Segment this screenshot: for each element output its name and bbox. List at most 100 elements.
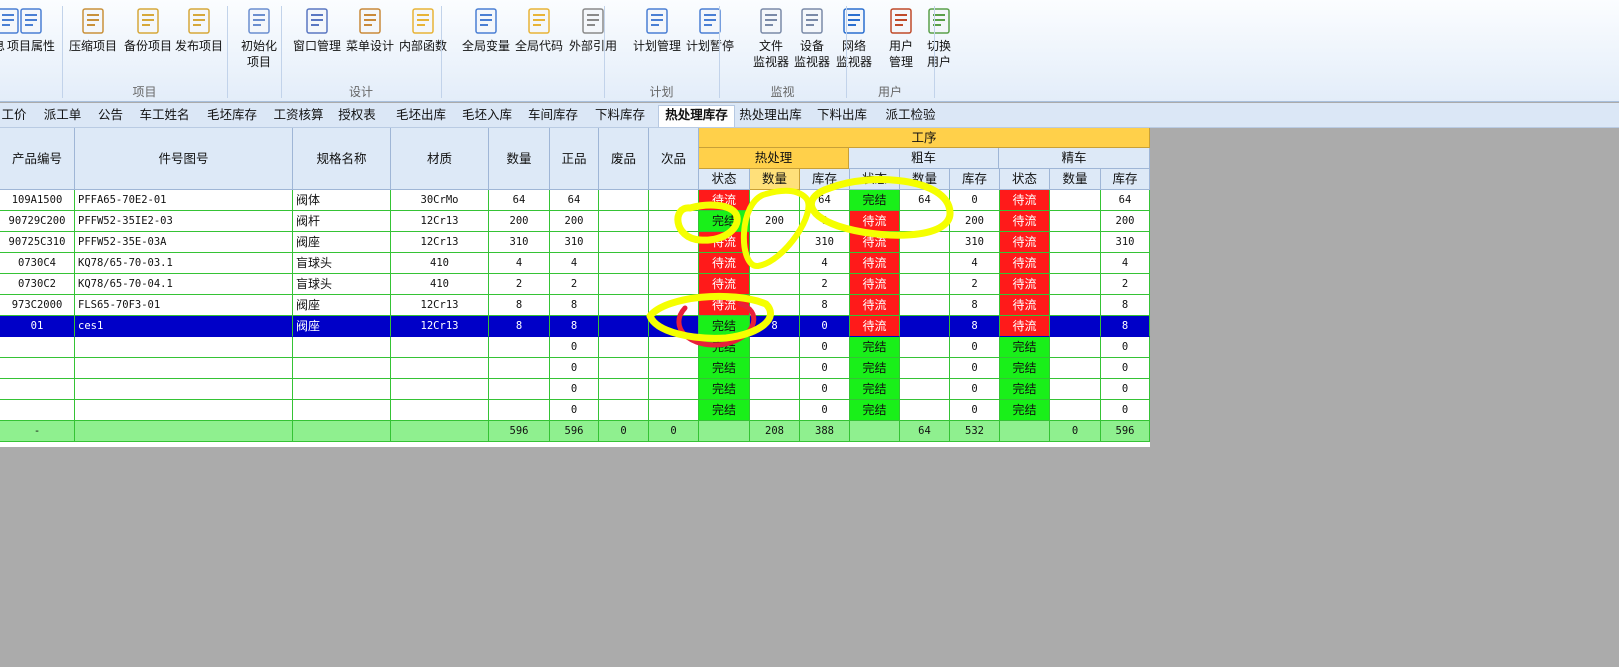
header-process[interactable]: 工序 bbox=[699, 128, 1150, 148]
cell-scrap[interactable] bbox=[599, 379, 649, 400]
cell-rough-status[interactable]: 待流 bbox=[850, 316, 900, 337]
cell-rough-count[interactable] bbox=[900, 232, 950, 253]
cell-heat-stock[interactable]: 0 bbox=[800, 379, 850, 400]
cell-heat-count[interactable]: 200 bbox=[750, 211, 800, 232]
cell-heat-status[interactable]: 待流 bbox=[699, 232, 750, 253]
header-finish-status[interactable]: 状态 bbox=[1000, 169, 1050, 190]
cell-rough-stock[interactable]: 0 bbox=[950, 400, 1000, 421]
backup-project-button[interactable]: 备份项目 bbox=[121, 6, 175, 54]
cell-spec-name[interactable]: 阀体 bbox=[293, 190, 391, 211]
cell-heat-stock[interactable]: 0 bbox=[800, 400, 850, 421]
cell-quantity[interactable]: 64 bbox=[489, 190, 550, 211]
cell-finish-stock[interactable]: 0 bbox=[1101, 400, 1150, 421]
cell-rough-stock[interactable]: 4 bbox=[950, 253, 1000, 274]
cell-finish-count[interactable]: 0 bbox=[1050, 421, 1101, 442]
cell-product-no[interactable] bbox=[0, 379, 75, 400]
cell-material[interactable] bbox=[391, 358, 489, 379]
cell-scrap[interactable]: 0 bbox=[599, 421, 649, 442]
cell-material[interactable]: 30CrMo bbox=[391, 190, 489, 211]
header-heat-stock[interactable]: 库存 bbox=[800, 169, 850, 190]
cell-rough-count[interactable] bbox=[900, 295, 950, 316]
cell-spec-name[interactable]: 阀座 bbox=[293, 295, 391, 316]
cell-defect[interactable] bbox=[649, 211, 699, 232]
tab-6[interactable]: 授权表 bbox=[338, 106, 376, 125]
cell-scrap[interactable] bbox=[599, 316, 649, 337]
cell-finish-stock[interactable]: 310 bbox=[1101, 232, 1150, 253]
tab-13[interactable]: 下料出库 bbox=[814, 106, 870, 125]
plan-manage-button[interactable]: 计划管理 bbox=[630, 6, 684, 54]
cell-quantity[interactable]: 4 bbox=[489, 253, 550, 274]
cell-quantity[interactable] bbox=[489, 337, 550, 358]
cell-heat-stock[interactable]: 0 bbox=[800, 337, 850, 358]
cell-part-drawing[interactable] bbox=[75, 400, 293, 421]
cell-quantity[interactable] bbox=[489, 400, 550, 421]
cell-heat-count[interactable] bbox=[750, 274, 800, 295]
cell-finish-status[interactable] bbox=[1000, 421, 1050, 442]
cell-heat-count[interactable] bbox=[750, 358, 800, 379]
cell-spec-name[interactable]: 盲球头 bbox=[293, 253, 391, 274]
cell-finish-count[interactable] bbox=[1050, 211, 1101, 232]
plan-pause-button[interactable]: 计划暂停 bbox=[683, 6, 737, 54]
cell-heat-count[interactable]: 8 bbox=[750, 316, 800, 337]
header-material[interactable]: 材质 bbox=[391, 128, 489, 190]
header-heat-count[interactable]: 数量 bbox=[750, 169, 800, 190]
cell-good[interactable]: 0 bbox=[550, 337, 599, 358]
cell-scrap[interactable] bbox=[599, 400, 649, 421]
cell-spec-name[interactable] bbox=[293, 379, 391, 400]
cell-finish-count[interactable] bbox=[1050, 379, 1101, 400]
tab-2[interactable]: 公告 bbox=[94, 106, 127, 125]
cell-defect[interactable]: 0 bbox=[649, 421, 699, 442]
tab-10[interactable]: 下料库存 bbox=[592, 106, 648, 125]
cell-heat-status[interactable]: 待流 bbox=[699, 190, 750, 211]
cell-spec-name[interactable] bbox=[293, 358, 391, 379]
cell-heat-stock[interactable]: 0 bbox=[800, 211, 850, 232]
cell-heat-stock[interactable]: 64 bbox=[800, 190, 850, 211]
cell-quantity[interactable] bbox=[489, 379, 550, 400]
cell-spec-name[interactable]: 阀座 bbox=[293, 316, 391, 337]
publish-project-button[interactable]: 发布项目 bbox=[172, 6, 226, 54]
tab-9[interactable]: 车间库存 bbox=[525, 106, 581, 125]
cell-finish-status[interactable]: 待流 bbox=[1000, 232, 1050, 253]
tab-11[interactable]: 热处理库存 bbox=[658, 105, 735, 127]
cell-rough-count[interactable] bbox=[900, 211, 950, 232]
cell-good[interactable]: 4 bbox=[550, 253, 599, 274]
cell-rough-status[interactable]: 待流 bbox=[850, 274, 900, 295]
cell-product-no[interactable]: 01 bbox=[0, 316, 75, 337]
cell-rough-stock[interactable]: 0 bbox=[950, 358, 1000, 379]
cell-rough-count[interactable] bbox=[900, 400, 950, 421]
cell-heat-stock[interactable]: 310 bbox=[800, 232, 850, 253]
cell-scrap[interactable] bbox=[599, 337, 649, 358]
cell-material[interactable]: 410 bbox=[391, 253, 489, 274]
cell-finish-stock[interactable]: 2 bbox=[1101, 274, 1150, 295]
tab-4[interactable]: 毛坯库存 bbox=[204, 106, 260, 125]
cell-finish-count[interactable] bbox=[1050, 400, 1101, 421]
switch-user-button[interactable]: 切换 用户 bbox=[912, 6, 966, 70]
cell-product-no[interactable]: 0730C4 bbox=[0, 253, 75, 274]
init-project-button[interactable]: 初始化 项目 bbox=[232, 6, 286, 70]
cell-heat-count[interactable] bbox=[750, 232, 800, 253]
header-heat-treatment[interactable]: 热处理 bbox=[699, 148, 849, 169]
header-scrap[interactable]: 废品 bbox=[599, 128, 649, 190]
cell-rough-count[interactable] bbox=[900, 379, 950, 400]
cell-defect[interactable] bbox=[649, 295, 699, 316]
cell-heat-count[interactable] bbox=[750, 295, 800, 316]
cell-spec-name[interactable]: 阀杆 bbox=[293, 211, 391, 232]
cell-defect[interactable] bbox=[649, 358, 699, 379]
header-finish-turning[interactable]: 精车 bbox=[999, 148, 1150, 169]
cell-scrap[interactable] bbox=[599, 295, 649, 316]
cell-finish-stock[interactable]: 0 bbox=[1101, 379, 1150, 400]
cell-rough-count[interactable] bbox=[900, 274, 950, 295]
cell-finish-count[interactable] bbox=[1050, 274, 1101, 295]
cell-good[interactable]: 64 bbox=[550, 190, 599, 211]
cell-defect[interactable] bbox=[649, 337, 699, 358]
cell-rough-count[interactable] bbox=[900, 316, 950, 337]
cell-finish-status[interactable]: 待流 bbox=[1000, 295, 1050, 316]
menu-design-button[interactable]: 菜单设计 bbox=[343, 6, 397, 54]
cell-finish-stock[interactable]: 0 bbox=[1101, 337, 1150, 358]
cell-rough-status[interactable]: 完结 bbox=[850, 358, 900, 379]
cell-finish-stock[interactable]: 4 bbox=[1101, 253, 1150, 274]
tab-3[interactable]: 车工姓名 bbox=[137, 106, 192, 125]
cell-heat-status[interactable]: 待流 bbox=[699, 274, 750, 295]
cell-finish-status[interactable]: 完结 bbox=[1000, 400, 1050, 421]
cell-rough-status[interactable]: 待流 bbox=[850, 295, 900, 316]
